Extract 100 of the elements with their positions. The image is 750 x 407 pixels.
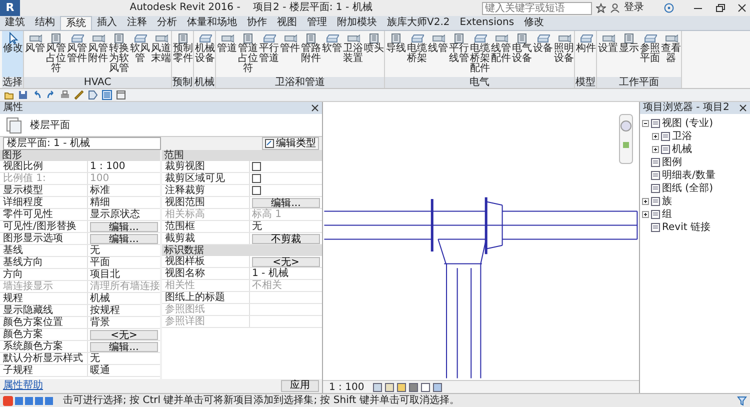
print-icon[interactable] xyxy=(60,90,70,100)
ribbon-tab[interactable]: 分析 xyxy=(152,16,182,30)
ribbon-button[interactable]: 管路附件 xyxy=(300,31,321,77)
ribbon-button[interactable]: 管道占位符 xyxy=(237,31,258,77)
undo-icon[interactable] xyxy=(32,90,42,100)
help-icon[interactable] xyxy=(664,3,674,13)
expand-icon[interactable] xyxy=(642,211,649,218)
ribbon-button[interactable]: 预制零件 xyxy=(172,31,193,77)
user-icon[interactable] xyxy=(610,3,620,13)
ribbon-button[interactable]: 平行线管 xyxy=(448,31,469,77)
ribbon-button[interactable]: 构件 xyxy=(575,31,596,77)
ribbon-tab[interactable]: 协作 xyxy=(242,16,272,30)
edit-button[interactable]: 不剪裁 xyxy=(252,234,320,244)
ribbon-tab[interactable]: 族库大师V2.2 xyxy=(382,16,455,30)
ribbon-button[interactable]: 管道 xyxy=(216,31,237,77)
application-menu-button[interactable]: R xyxy=(0,0,20,16)
ribbon-button[interactable]: 喷头 xyxy=(363,31,384,77)
ribbon-button[interactable]: 线管配件 xyxy=(490,31,511,77)
ribbon-button[interactable]: 机械设备 xyxy=(194,31,215,77)
restore-icon[interactable] xyxy=(714,3,726,13)
edit-button[interactable]: 编辑... xyxy=(90,342,158,352)
edit-button[interactable]: 编辑... xyxy=(90,234,158,244)
ribbon-button[interactable]: 电缆桥架 xyxy=(406,31,427,77)
group-header[interactable]: 图形 xyxy=(0,150,160,161)
ribbon-button[interactable]: 平行管道 xyxy=(258,31,279,77)
close-icon[interactable] xyxy=(736,3,748,13)
ribbon-button[interactable]: 查看器 xyxy=(660,31,681,77)
tree-item[interactable]: 明细表/数量 xyxy=(662,170,716,182)
edit-button[interactable]: <无> xyxy=(90,330,158,340)
checkbox[interactable] xyxy=(252,174,261,183)
ribbon-button[interactable]: 显示 xyxy=(618,31,639,77)
close-icon[interactable] xyxy=(739,104,747,112)
expand-icon[interactable] xyxy=(652,133,659,140)
ribbon-button[interactable]: 软风管 xyxy=(129,31,150,77)
ribbon-button[interactable]: 设置 xyxy=(597,31,618,77)
ribbon-button[interactable]: 管件 xyxy=(279,31,300,77)
close-icon[interactable] xyxy=(311,104,319,112)
ribbon-button[interactable]: 转换为软风管 xyxy=(108,31,129,77)
ribbon-button[interactable]: 设备 xyxy=(532,31,553,77)
group-header[interactable]: 范围 xyxy=(162,150,322,161)
checkbox[interactable] xyxy=(252,162,261,171)
expand-icon[interactable] xyxy=(652,146,659,153)
ribbon-button[interactable]: 照明设备 xyxy=(553,31,574,77)
view-scale[interactable]: 1 : 100 xyxy=(329,382,364,392)
ribbon-tab[interactable]: 管理 xyxy=(302,16,332,30)
ribbon-tab[interactable]: 视图 xyxy=(272,16,302,30)
tree-item[interactable]: 卫浴 xyxy=(672,130,692,142)
tree-item[interactable]: 组 xyxy=(662,208,672,220)
sign-in-link[interactable]: 登录 xyxy=(624,2,644,14)
filter-icon[interactable] xyxy=(737,396,747,406)
tree-item[interactable]: 机械 xyxy=(672,144,692,156)
ribbon-tab[interactable]: 插入 xyxy=(92,16,122,30)
checkbox[interactable] xyxy=(252,186,261,195)
ribbon-button[interactable]: 电缆桥架配件 xyxy=(469,31,490,77)
tree-item[interactable]: 视图 (专业) xyxy=(662,118,713,130)
help-link[interactable]: 属性帮助 xyxy=(3,380,43,392)
ribbon-button[interactable]: 风管管件 xyxy=(66,31,87,77)
ribbon-button[interactable]: 卫浴装置 xyxy=(342,31,363,77)
ribbon-button[interactable]: 风管附件 xyxy=(87,31,108,77)
window-icon[interactable] xyxy=(116,90,126,100)
edit-type-button[interactable]: 编辑类型 xyxy=(262,137,319,150)
ribbon-button[interactable]: 导线 xyxy=(385,31,406,77)
hide-icon[interactable] xyxy=(433,382,442,392)
save-icon[interactable] xyxy=(18,90,28,100)
type-selector[interactable]: 楼层平面 xyxy=(0,114,322,137)
detail-level-icon[interactable] xyxy=(373,382,382,392)
ribbon-tab[interactable]: 注释 xyxy=(122,16,152,30)
navigation-bar-icon[interactable] xyxy=(619,114,633,164)
collapse-icon[interactable] xyxy=(642,120,649,127)
ribbon-tab[interactable]: 附加模块 xyxy=(332,16,382,30)
ribbon-button[interactable]: 线管 xyxy=(427,31,448,77)
ribbon-button[interactable]: 参照平面 xyxy=(639,31,660,77)
ribbon-tab[interactable]: 修改 xyxy=(519,16,550,30)
edit-button[interactable]: 编辑... xyxy=(90,222,158,232)
ribbon-button[interactable]: 电气设备 xyxy=(511,31,532,77)
ribbon-button[interactable]: 风管占位符 xyxy=(45,31,66,77)
ribbon-button[interactable]: 修改 xyxy=(2,31,23,77)
shadows-icon[interactable] xyxy=(409,382,418,392)
apply-button[interactable]: 应用 xyxy=(281,380,319,392)
tree-item[interactable]: 图例 xyxy=(662,156,682,168)
instance-dropdown[interactable]: 楼层平面: 1 - 机械 xyxy=(3,137,161,150)
tree-item[interactable]: Revit 链接 xyxy=(662,222,710,234)
expand-icon[interactable] xyxy=(642,198,649,205)
ribbon-button[interactable]: 风道末端 xyxy=(150,31,171,77)
tree-item[interactable]: 族 xyxy=(662,196,672,208)
sun-path-icon[interactable] xyxy=(397,382,406,392)
group-header[interactable]: 标识数据 xyxy=(162,245,322,256)
visual-style-icon[interactable] xyxy=(385,382,394,392)
tree-item[interactable]: 图纸 (全部) xyxy=(662,182,713,194)
redo-icon[interactable] xyxy=(46,90,56,100)
ribbon-tab[interactable]: 建筑 xyxy=(0,16,30,30)
ribbon-tab[interactable]: 系统 xyxy=(60,16,92,30)
crop-icon[interactable] xyxy=(421,382,430,392)
ribbon-button[interactable]: 风管 xyxy=(24,31,45,77)
list-icon[interactable] xyxy=(102,90,112,100)
edit-button[interactable]: 编辑... xyxy=(252,198,320,208)
ribbon-tab[interactable]: Extensions xyxy=(454,16,520,30)
ribbon-button[interactable]: 软管 xyxy=(321,31,342,77)
ribbon-tab[interactable]: 结构 xyxy=(30,16,60,30)
ribbon-tab[interactable]: 体量和场地 xyxy=(182,16,242,30)
